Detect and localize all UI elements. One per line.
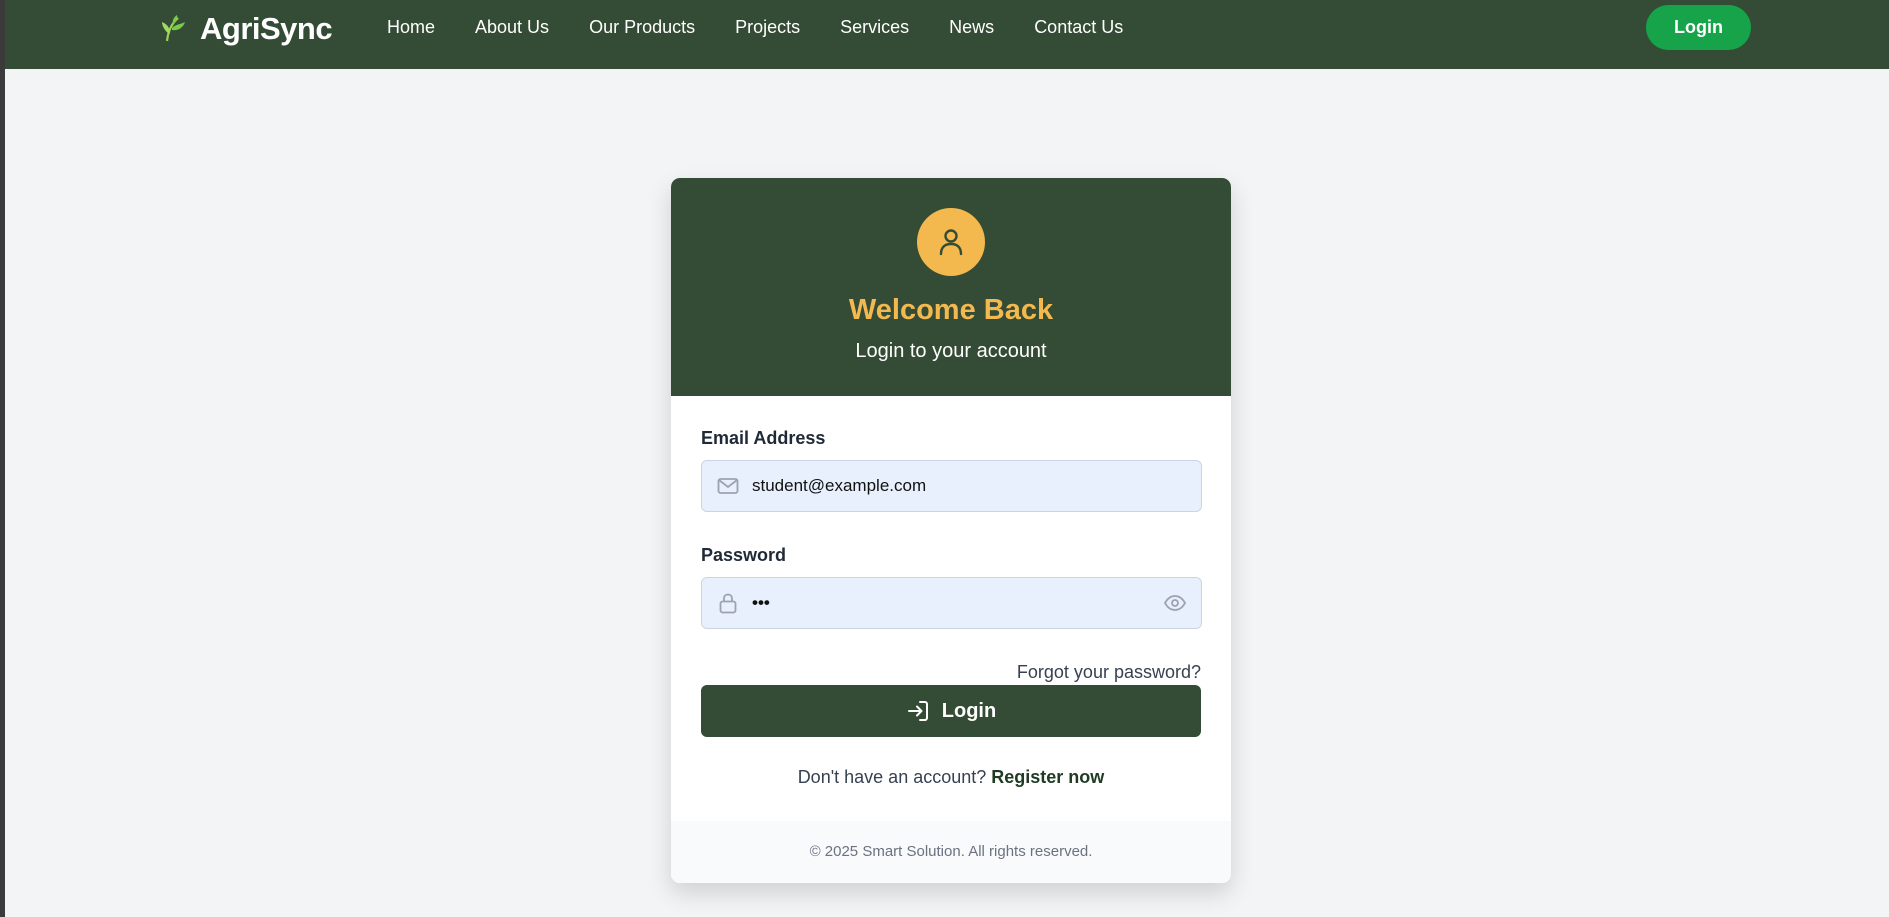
login-submit-button[interactable]: Login	[701, 685, 1201, 737]
window-left-edge	[0, 0, 5, 917]
login-card: Welcome Back Login to your account Email…	[671, 178, 1231, 883]
password-label: Password	[701, 545, 787, 565]
forgot-password-link[interactable]: Forgot your password?	[1017, 662, 1201, 683]
nav-item-home[interactable]: Home	[387, 15, 435, 39]
card-footer: © 2025 Smart Solution. All rights reserv…	[671, 821, 1231, 883]
top-navbar: AgriSync Home About Us Our Products Proj…	[5, 0, 1889, 69]
register-prompt-line: Don't have an account? Register now	[671, 767, 1231, 788]
login-submit-label: Login	[941, 699, 997, 722]
user-icon	[939, 229, 963, 256]
nav-item-about-us[interactable]: About Us	[475, 15, 549, 39]
nav-item-news[interactable]: News	[949, 15, 994, 39]
leaf-icon	[162, 15, 185, 42]
mail-icon	[717, 478, 739, 494]
eye-icon[interactable]	[1163, 591, 1187, 615]
register-prompt: Don't have an account?	[797, 767, 987, 787]
email-value: student@example.com	[752, 476, 927, 495]
password-field[interactable]: •••	[701, 577, 1202, 629]
nav-links: Home About Us Our Products Projects Serv…	[387, 15, 1163, 39]
nav-item-projects[interactable]: Projects	[735, 15, 800, 39]
avatar	[917, 208, 985, 276]
password-value: •••	[752, 593, 770, 612]
register-now-link[interactable]: Register now	[991, 767, 1104, 787]
welcome-title: Welcome Back	[848, 294, 1054, 326]
login-card-header: Welcome Back Login to your account	[671, 178, 1231, 396]
nav-item-services[interactable]: Services	[840, 15, 909, 39]
nav-item-our-products[interactable]: Our Products	[589, 15, 695, 39]
nav-login-button[interactable]: Login	[1646, 5, 1751, 50]
email-label: Email Address	[701, 428, 826, 448]
brand-name: AgriSync	[200, 11, 333, 46]
brand[interactable]: AgriSync	[158, 11, 333, 46]
welcome-subtitle: Login to your account	[855, 340, 1047, 362]
email-field[interactable]: student@example.com	[701, 460, 1202, 512]
lock-icon	[719, 593, 737, 614]
login-arrow-icon	[907, 701, 928, 721]
nav-item-contact-us[interactable]: Contact Us	[1034, 15, 1123, 39]
